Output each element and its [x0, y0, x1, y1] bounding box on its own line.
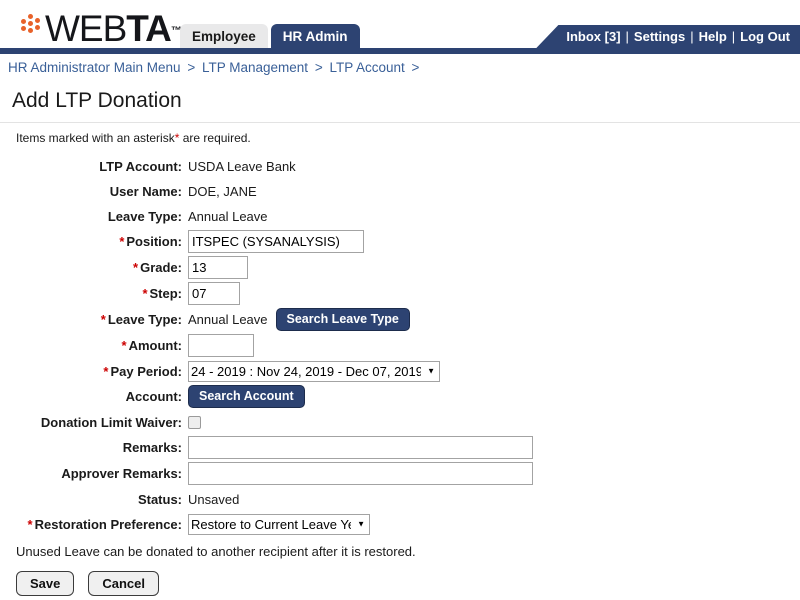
label-amount: * Amount:	[0, 338, 188, 353]
cancel-button[interactable]: Cancel	[88, 571, 160, 596]
restoration-preference-select[interactable]: Restore to Current Leave Year	[188, 513, 370, 535]
field-row-grade: * Grade:	[0, 256, 800, 279]
field-row-leave-type-display: Leave Type: Annual Leave	[0, 205, 800, 227]
logout-link[interactable]: Log Out	[740, 29, 790, 44]
label-restoration-preference: * Restoration Preference:	[0, 517, 188, 532]
field-row-amount: * Amount:	[0, 334, 800, 357]
nav-separator: |	[625, 29, 629, 44]
required-asterisk: *	[27, 516, 33, 532]
required-asterisk: *	[121, 338, 127, 353]
page-title: Add LTP Donation	[12, 89, 182, 112]
required-asterisk: *	[103, 363, 109, 379]
value-leave-type-display: Annual Leave	[188, 208, 268, 224]
tab-hr-admin[interactable]: HR Admin	[270, 24, 360, 48]
value-leave-type: Annual Leave	[188, 312, 268, 327]
approver-remarks-input[interactable]	[188, 462, 533, 485]
label-remarks: Remarks:	[122, 440, 182, 455]
field-row-user-name: User Name: DOE, JANE	[0, 180, 800, 202]
add-ltp-donation-form: LTP Account: USDA Leave Bank User Name: …	[0, 151, 800, 596]
nav-separator: |	[690, 29, 694, 44]
grade-input[interactable]	[188, 256, 248, 279]
top-navigation: Inbox [3] | Settings | Help | Log Out	[536, 25, 800, 48]
help-link[interactable]: Help	[699, 29, 727, 44]
status-value: Unsaved	[188, 491, 240, 507]
tab-employee[interactable]: Employee	[180, 24, 268, 48]
donation-limit-waiver-checkbox[interactable]	[188, 415, 201, 429]
required-note-suffix: are required.	[179, 131, 251, 145]
breadcrumb-item-hr-administrator-main-menu[interactable]: HR Administrator Main Menu	[8, 60, 181, 75]
label-pay-period-text: Pay Period:	[110, 363, 182, 379]
field-row-step: * Step:	[0, 282, 800, 305]
label-pay-period: * Pay Period:	[0, 364, 188, 379]
breadcrumb-item-ltp-account[interactable]: LTP Account	[329, 60, 404, 75]
label-restoration-preference-text: Restoration Preference:	[34, 516, 182, 532]
required-asterisk: *	[133, 260, 139, 275]
label-grade: * Grade:	[0, 260, 188, 275]
webta-logo: WEBTA™	[18, 6, 182, 47]
field-row-approver-remarks: Approver Remarks:	[0, 462, 800, 485]
pay-period-select[interactable]: 24 - 2019 : Nov 24, 2019 - Dec 07, 2019 …	[188, 360, 440, 382]
label-donation-limit-waiver: Donation Limit Waiver:	[40, 414, 182, 430]
label-position-text: Position:	[126, 234, 182, 249]
remarks-input[interactable]	[188, 436, 533, 459]
main-tabs: Employee HR Admin	[180, 24, 360, 48]
label-amount-text: Amount:	[128, 338, 182, 353]
step-input[interactable]	[188, 282, 240, 305]
label-status: Status:	[137, 491, 182, 507]
field-row-donation-limit-waiver: Donation Limit Waiver:	[0, 411, 800, 433]
logo-dots-icon	[18, 14, 44, 40]
required-asterisk: *	[100, 312, 106, 327]
label-approver-remarks: Approver Remarks:	[61, 466, 182, 481]
inbox-link[interactable]: Inbox [3]	[566, 29, 620, 44]
logo-ta-text: TA	[126, 8, 172, 49]
logo-wordmark: WEBTA™	[45, 10, 182, 47]
breadcrumb-item-ltp-management[interactable]: LTP Management	[202, 60, 308, 75]
field-row-position: * Position:	[0, 230, 800, 253]
label-account: Account:	[125, 389, 182, 404]
required-asterisk: *	[119, 234, 125, 249]
required-asterisk: *	[142, 286, 148, 301]
field-row-leave-type: * Leave Type: Annual Leave Search Leave T…	[0, 308, 800, 331]
search-leave-type-button[interactable]: Search Leave Type	[275, 308, 410, 331]
label-grade-text: Grade:	[140, 260, 182, 275]
field-row-pay-period: * Pay Period: 24 - 2019 : Nov 24, 2019 - …	[0, 360, 800, 382]
pay-period-select-wrapper: 24 - 2019 : Nov 24, 2019 - Dec 07, 2019 …	[188, 360, 440, 382]
restoration-note: Unused Leave can be donated to another r…	[16, 544, 416, 559]
label-step-text: Step:	[149, 286, 183, 301]
label-leave-type-display: Leave Type:	[107, 208, 182, 224]
save-button[interactable]: Save	[16, 571, 75, 596]
breadcrumb-separator: >	[187, 60, 196, 75]
label-user-name: User Name:	[109, 183, 182, 199]
value-ltp-account: USDA Leave Bank	[188, 158, 296, 174]
label-leave-type-text: Leave Type:	[107, 312, 182, 327]
search-account-button[interactable]: Search Account	[188, 385, 305, 408]
breadcrumb: HR Administrator Main Menu > LTP Managem…	[0, 54, 800, 81]
field-row-status: Status: Unsaved	[0, 488, 800, 510]
value-user-name: DOE, JANE	[188, 183, 257, 199]
label-ltp-account: LTP Account:	[99, 158, 182, 174]
required-note-text: Items marked with an asterisk	[16, 131, 175, 145]
label-position: * Position:	[0, 234, 188, 249]
breadcrumb-separator-trailing: >	[411, 60, 420, 75]
nav-separator: |	[731, 29, 736, 44]
page-header: WEBTA™ Employee HR Admin Inbox [3] | Set…	[0, 0, 800, 48]
field-row-remarks: Remarks:	[0, 436, 800, 459]
label-step: * Step:	[0, 286, 188, 301]
field-row-ltp-account: LTP Account: USDA Leave Bank	[0, 155, 800, 177]
breadcrumb-separator: >	[314, 60, 323, 75]
restoration-preference-select-wrapper: Restore to Current Leave Year	[188, 513, 370, 535]
field-row-account: Account: Search Account	[0, 385, 800, 408]
amount-input[interactable]	[188, 334, 254, 357]
logo-web-text: WEB	[45, 8, 127, 49]
required-fields-note: Items marked with an asterisk* are requi…	[0, 123, 800, 151]
settings-link[interactable]: Settings	[634, 29, 685, 44]
form-actions: Save Cancel	[0, 559, 800, 596]
position-input[interactable]	[188, 230, 364, 253]
field-row-restoration-preference: * Restoration Preference: Restore to Curr…	[0, 513, 800, 535]
label-leave-type: * Leave Type:	[0, 312, 188, 327]
